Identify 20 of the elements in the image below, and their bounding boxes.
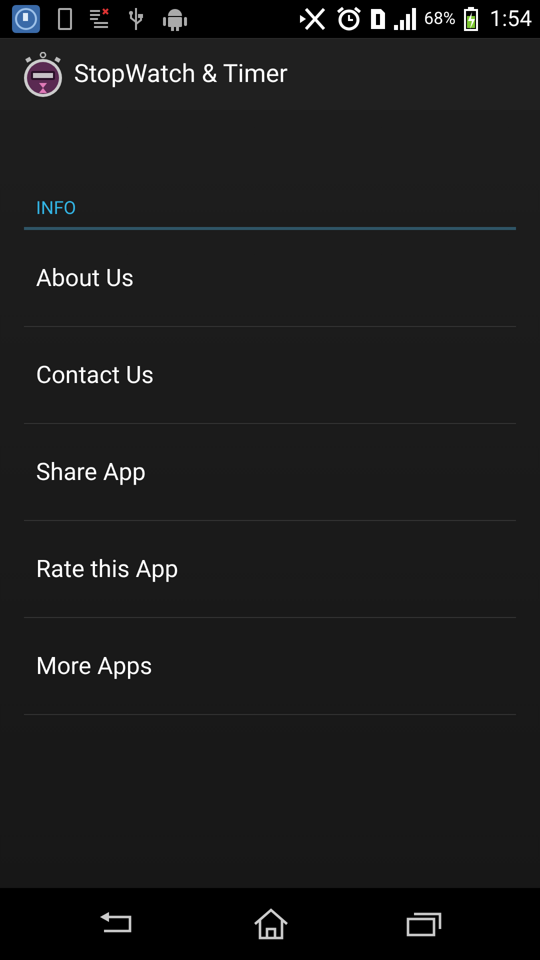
list-icon [90, 8, 110, 30]
alarm-icon [336, 6, 362, 32]
battery-percentage: 68% [424, 9, 456, 29]
android-icon [162, 6, 188, 32]
signal-icon [394, 8, 416, 30]
menu-item[interactable]: About Us [24, 230, 516, 327]
home-icon[interactable] [252, 908, 289, 940]
menu-item[interactable]: Rate this App [24, 521, 516, 618]
sim-card-icon [370, 8, 386, 30]
app-title: StopWatch & Timer [74, 60, 288, 89]
menu-item[interactable]: Share App [24, 424, 516, 521]
menu-item[interactable]: More Apps [24, 618, 516, 715]
clock-time: 1:54 [490, 6, 532, 32]
stopwatch-app-icon[interactable] [22, 52, 64, 98]
battery-charging-icon [464, 7, 478, 31]
section-header: INFO [36, 198, 76, 219]
tablet-icon [58, 8, 72, 30]
usb-icon [128, 6, 144, 32]
recent-apps-icon[interactable] [406, 911, 442, 937]
menu-item[interactable]: Contact Us [24, 327, 516, 424]
